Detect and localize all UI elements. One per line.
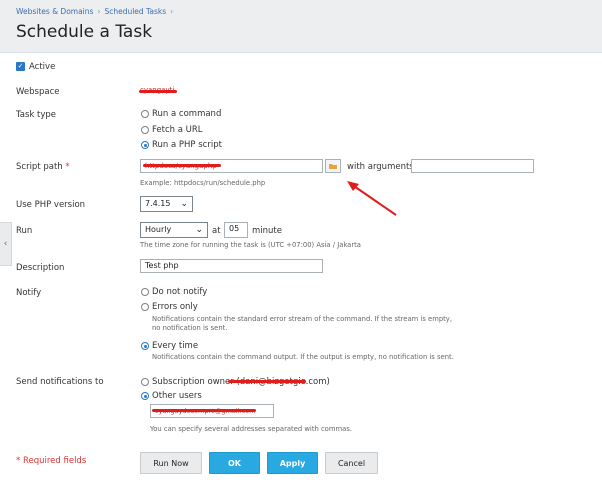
description-input[interactable]: Test php (140, 259, 323, 273)
redaction-mark (228, 380, 306, 383)
ok-button[interactable]: OK (209, 452, 260, 474)
send-to-other-radio[interactable] (141, 392, 149, 400)
apply-button[interactable]: Apply (267, 452, 318, 474)
webspace-label: Webspace (16, 87, 60, 97)
notify-every-time-label: Every time (152, 341, 199, 351)
task-type-php-label: Run a PHP script (152, 140, 222, 150)
run-label: Run (16, 226, 33, 236)
notify-errors-note-line2: no notification is sent. (152, 324, 228, 332)
send-to-label: Send notifications to (16, 377, 104, 387)
redaction-mark (152, 409, 256, 412)
run-frequency-select[interactable]: Hourly ⌄ (140, 222, 208, 238)
php-version-label: Use PHP version (16, 200, 86, 210)
task-type-url-radio[interactable] (141, 126, 149, 134)
breadcrumb-separator: › (97, 7, 101, 16)
task-type-label: Task type (16, 110, 57, 120)
folder-icon[interactable] (325, 159, 341, 173)
required-asterisk: * (65, 162, 70, 172)
send-to-other-label: Other users (152, 391, 202, 401)
php-version-select[interactable]: 7.4.15 ⌄ (140, 196, 193, 212)
redaction-mark (139, 90, 177, 93)
notify-label: Notify (16, 288, 42, 298)
active-checkbox[interactable]: ✓ (16, 62, 25, 71)
script-path-label-text: Script path (16, 162, 63, 172)
run-minute-input[interactable]: 05 (224, 222, 248, 238)
page-header: Websites & Domains › Scheduled Tasks › Sche… (0, 0, 602, 53)
notify-errors-note-line1: Notifications contain the standard error… (152, 315, 452, 323)
notify-every-time-radio[interactable] (141, 342, 149, 350)
task-type-command-label: Run a command (152, 109, 222, 119)
run-minute-label: minute (252, 226, 282, 236)
task-type-php-radio[interactable] (141, 141, 149, 149)
chevron-down-icon: ⌄ (195, 225, 203, 235)
collapse-left-icon[interactable]: ‹ (0, 222, 12, 266)
chevron-down-icon: ⌄ (180, 199, 188, 209)
active-label: Active (29, 62, 56, 72)
required-fields-text: * Required fields (16, 456, 87, 466)
breadcrumb-websites[interactable]: Websites & Domains (16, 7, 93, 16)
cancel-button[interactable]: Cancel (325, 452, 378, 474)
send-to-owner-radio[interactable] (141, 378, 149, 386)
description-label: Description (16, 263, 65, 273)
notify-none-radio[interactable] (141, 288, 149, 296)
annotation-arrow (347, 181, 397, 216)
with-arguments-label: with arguments (347, 162, 414, 172)
notify-errors-radio[interactable] (141, 303, 149, 311)
notify-errors-label: Errors only (152, 302, 198, 312)
task-type-url-label: Fetch a URL (152, 125, 203, 135)
page-title: Schedule a Task (16, 22, 153, 42)
redaction-mark (143, 164, 221, 167)
arguments-input[interactable] (411, 159, 534, 173)
breadcrumb: Websites & Domains › Scheduled Tasks › (16, 7, 177, 16)
required-fields-note: * Required fields (16, 456, 86, 466)
breadcrumb-scheduled-tasks[interactable]: Scheduled Tasks (104, 7, 166, 16)
task-type-command-radio[interactable] (141, 110, 149, 118)
run-now-button[interactable]: Run Now (140, 452, 202, 474)
run-at-label: at (212, 226, 221, 236)
script-path-label: Script path * (16, 162, 70, 172)
email-hint: You can specify several addresses separa… (150, 425, 352, 433)
php-version-value: 7.4.15 (145, 199, 171, 208)
send-to-owner-text: Subscription owner (152, 377, 234, 387)
notify-every-time-note: Notifications contain the command output… (152, 353, 454, 361)
notify-none-label: Do not notify (152, 287, 208, 297)
script-path-example: Example: httpdocs/run/schedule.php (140, 179, 266, 187)
timezone-note: The time zone for running the task is (U… (140, 241, 361, 249)
run-frequency-value: Hourly (145, 225, 172, 234)
breadcrumb-separator: › (170, 7, 174, 16)
